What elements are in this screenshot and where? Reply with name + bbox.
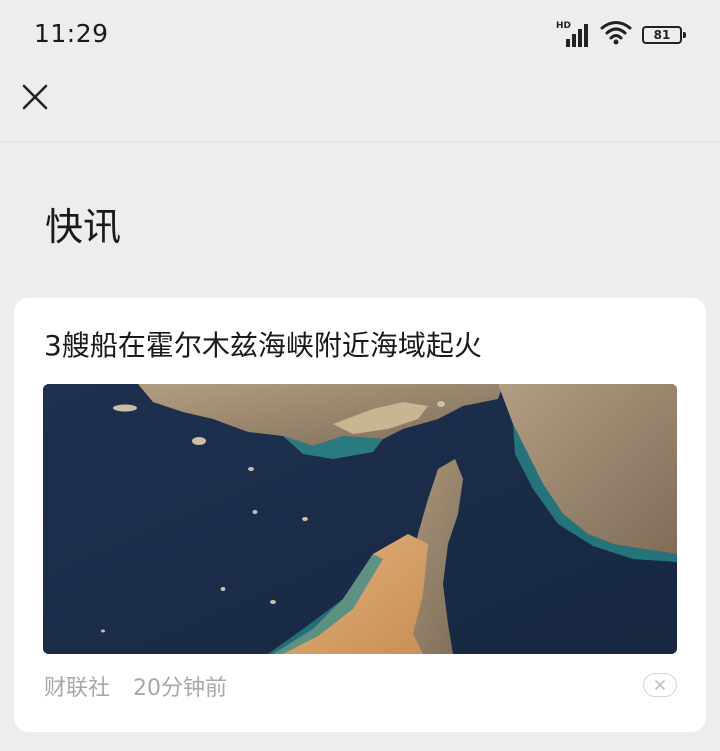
section-title: 快讯 [45,205,122,249]
close-button[interactable] [18,82,54,118]
news-card[interactable]: 3艘船在霍尔木兹海峡附近海域起火 财联社 20分钟前 [14,298,706,732]
news-meta: 财联社 20分钟前 [44,670,243,702]
wifi-icon [600,20,632,50]
signal-icon: HD [556,21,590,49]
close-icon [655,680,665,690]
battery-icon: 81 [642,26,686,44]
status-icons: HD 81 [556,20,686,50]
news-image[interactable] [43,384,677,654]
news-source: 财联社 [44,676,111,701]
news-time: 20分钟前 [133,676,228,701]
close-icon [22,84,48,110]
status-time: 11:29 [34,19,109,48]
top-bar [0,70,720,142]
status-bar: 11:29 HD 81 [0,0,720,70]
battery-level: 81 [653,28,671,42]
satellite-map-image [43,384,677,654]
news-title[interactable]: 3艘船在霍尔木兹海峡附近海域起火 [44,328,684,364]
network-label: HD [556,21,572,31]
dismiss-button[interactable] [643,673,677,697]
